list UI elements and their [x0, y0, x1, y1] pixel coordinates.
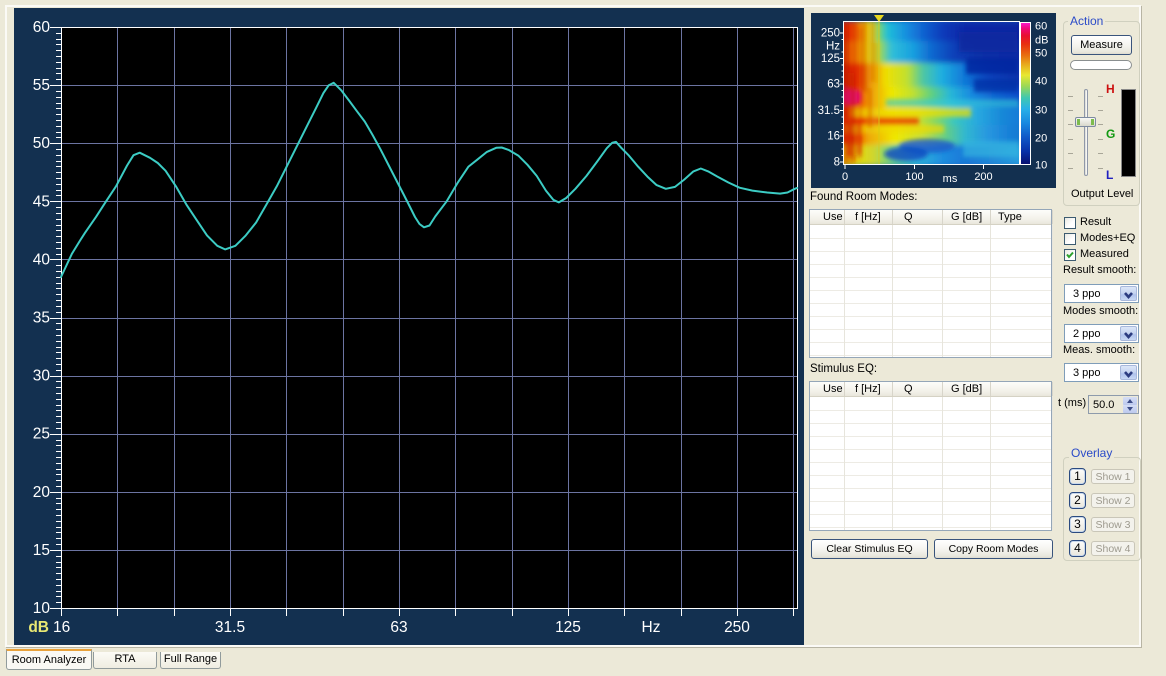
svg-text:100: 100	[905, 171, 923, 183]
svg-text:Hz: Hz	[642, 619, 661, 636]
svg-text:30: 30	[33, 368, 51, 385]
svg-text:25: 25	[33, 426, 50, 443]
svg-text:10: 10	[33, 600, 51, 617]
svg-text:31.5: 31.5	[818, 105, 840, 117]
svg-text:8: 8	[834, 157, 840, 169]
svg-text:60: 60	[1035, 21, 1047, 33]
svg-text:40: 40	[1035, 76, 1047, 88]
svg-text:250: 250	[821, 28, 840, 40]
svg-text:0: 0	[842, 171, 848, 183]
svg-text:ms: ms	[943, 173, 958, 185]
svg-text:16: 16	[827, 131, 840, 143]
svg-text:63: 63	[827, 79, 840, 91]
svg-text:30: 30	[1035, 105, 1047, 117]
svg-text:16: 16	[53, 619, 70, 636]
svg-text:50: 50	[1035, 48, 1047, 60]
svg-text:45: 45	[33, 193, 50, 210]
svg-text:20: 20	[1035, 133, 1047, 145]
svg-text:125: 125	[821, 53, 840, 65]
svg-text:63: 63	[390, 619, 407, 636]
svg-text:10: 10	[1035, 160, 1047, 172]
svg-text:35: 35	[33, 310, 50, 327]
svg-text:31.5: 31.5	[215, 619, 245, 636]
svg-text:15: 15	[33, 542, 50, 559]
svg-text:40: 40	[33, 251, 51, 268]
svg-text:200: 200	[974, 171, 992, 183]
svg-text:55: 55	[33, 77, 50, 94]
svg-text:dB: dB	[1035, 35, 1048, 47]
svg-text:60: 60	[33, 19, 51, 36]
svg-text:Hz: Hz	[826, 41, 840, 53]
svg-text:125: 125	[555, 619, 581, 636]
svg-text:dB: dB	[28, 619, 49, 636]
svg-text:250: 250	[724, 619, 750, 636]
svg-text:50: 50	[33, 135, 51, 152]
svg-text:20: 20	[33, 484, 51, 501]
